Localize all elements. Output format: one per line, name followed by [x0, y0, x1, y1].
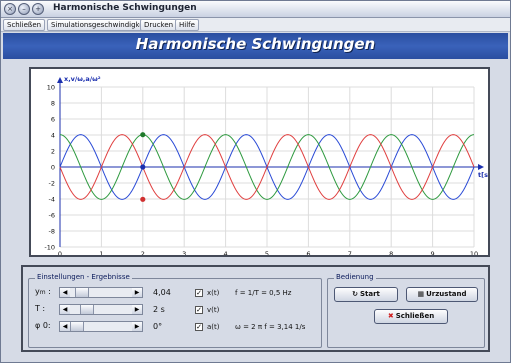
controls-group-title: Bedienung [334, 273, 376, 281]
y-tick-label: -6 [49, 212, 55, 220]
plot-panel: 10 8 6 4 2 0 -2 -4 -6 -8 -10 0 1 2 3 4 5 6 7 8 9 10 x,v/ω,a/ω²… [29, 67, 490, 257]
settings-group: Einstellungen - Ergebnisse ym : ◀ ▶ 4,04… [28, 273, 322, 348]
phase-slider[interactable]: ◀ ▶ [59, 321, 143, 332]
slider-thumb[interactable] [75, 288, 89, 297]
checkbox-x-label: x(t) [207, 289, 220, 297]
menu-simulationsgeschwindigkeit[interactable]: Simulationsgeschwindigkeit [47, 19, 153, 31]
marker-x-point [140, 164, 146, 170]
amplitude-value: 4,04 [153, 288, 171, 297]
marker-a-point [140, 196, 146, 202]
y-tick-label: 2 [51, 148, 55, 156]
banner-title: Harmonische Schwingungen [135, 35, 376, 53]
x-tick-label: 3 [182, 250, 186, 255]
oscillation-chart: 1086420-2-4-6-8-100 1 2 3 4 5 6 7 8 9 10x,v/ω,a/ω²… [44, 75, 488, 255]
arrow-right-icon[interactable]: ▶ [132, 288, 142, 297]
grid-icon: ▦ [417, 290, 425, 298]
x-tick-label: 5 [265, 250, 269, 255]
slider-thumb[interactable] [70, 322, 84, 331]
settings-group-title: Einstellungen - Ergebnisse [35, 273, 132, 281]
title-bar: × – + Harmonische Schwingungen [1, 1, 510, 18]
start-button[interactable]: ↻ Start [334, 287, 398, 302]
menu-drucken[interactable]: Drucken [140, 19, 178, 31]
menu-bar: Schließen Simulationsgeschwindigkeit Dru… [1, 18, 510, 32]
maximize-icon[interactable]: + [32, 3, 44, 15]
period-value: 2 s [153, 305, 165, 314]
reset-button-label: Urzustand [426, 290, 467, 298]
checkbox-v-label: v(t) [207, 306, 220, 314]
y-axis-label: x,v/ω,a/ω² [64, 75, 101, 83]
checkbox-a-label: a(t) [207, 323, 220, 331]
x-tick-label: 0 [58, 250, 62, 255]
y-tick-label: -10 [44, 244, 55, 252]
y-tick-label: -8 [49, 228, 55, 236]
menu-schliessen[interactable]: Schließen [3, 19, 46, 31]
start-button-label: Start [359, 290, 380, 298]
x-tick-label: 7 [348, 250, 352, 255]
checkbox-x[interactable]: ✓ [195, 289, 203, 297]
arrow-left-icon[interactable]: ◀ [60, 288, 70, 297]
x-tick-label: 9 [431, 250, 435, 255]
window-title: Harmonische Schwingungen [53, 3, 197, 13]
phase-label: φ 0: [35, 321, 51, 330]
x-tick-label: 1 [99, 250, 103, 255]
refresh-icon: ↻ [352, 290, 358, 298]
menu-hilfe[interactable]: Hilfe [175, 19, 199, 31]
controls-group: Bedienung ↻ Start ▦ Urzustand ✖ Schließen [327, 273, 485, 348]
x-axis-arrow-icon [478, 164, 484, 170]
arrow-right-icon[interactable]: ▶ [132, 305, 142, 314]
checkbox-a[interactable]: ✓ [195, 323, 203, 331]
arrow-left-icon[interactable]: ◀ [60, 322, 70, 331]
x-axis-label: t[s] [478, 171, 488, 179]
y-tick-label: -4 [49, 196, 55, 204]
close-button-label: Schließen [395, 312, 435, 320]
window-menu-icon[interactable]: × [4, 3, 16, 15]
x-tick-label: 2 [141, 250, 145, 255]
slider-thumb[interactable] [80, 305, 94, 314]
period-label: T : [35, 304, 46, 313]
close-button[interactable]: ✖ Schließen [374, 309, 448, 324]
amplitude-slider[interactable]: ◀ ▶ [59, 287, 143, 298]
bottom-panel: Einstellungen - Ergebnisse ym : ◀ ▶ 4,04… [21, 265, 490, 352]
header-banner: Harmonische Schwingungen [3, 33, 508, 59]
y-tick-label: 8 [51, 100, 55, 108]
x-tick-label: 8 [389, 250, 393, 255]
y-tick-label: 6 [51, 116, 55, 124]
app-window: × – + Harmonische Schwingungen Schließen… [0, 0, 511, 363]
y-tick-label: -2 [49, 180, 55, 188]
checkbox-v[interactable]: ✓ [195, 306, 203, 314]
frequency-formula: f = 1/T = 0,5 Hz [235, 289, 292, 297]
y-axis-arrow-icon [57, 77, 63, 83]
y-tick-label: 0 [51, 164, 55, 172]
y-tick-label: 10 [47, 84, 55, 92]
period-slider[interactable]: ◀ ▶ [59, 304, 143, 315]
y-tick-label: 4 [51, 132, 55, 140]
arrow-right-icon[interactable]: ▶ [132, 322, 142, 331]
omega-formula: ω = 2 π f = 3,14 1/s [235, 323, 306, 331]
minimize-icon[interactable]: – [18, 3, 30, 15]
x-tick-label: 4 [224, 250, 228, 255]
phase-value: 0° [153, 322, 163, 331]
close-icon: ✖ [387, 312, 394, 320]
x-tick-label: 10 [470, 250, 478, 255]
marker-v-point [140, 132, 146, 138]
arrow-left-icon[interactable]: ◀ [60, 305, 70, 314]
amplitude-label: ym : [35, 287, 51, 296]
reset-button[interactable]: ▦ Urzustand [406, 287, 478, 302]
x-tick-label: 6 [306, 250, 310, 255]
